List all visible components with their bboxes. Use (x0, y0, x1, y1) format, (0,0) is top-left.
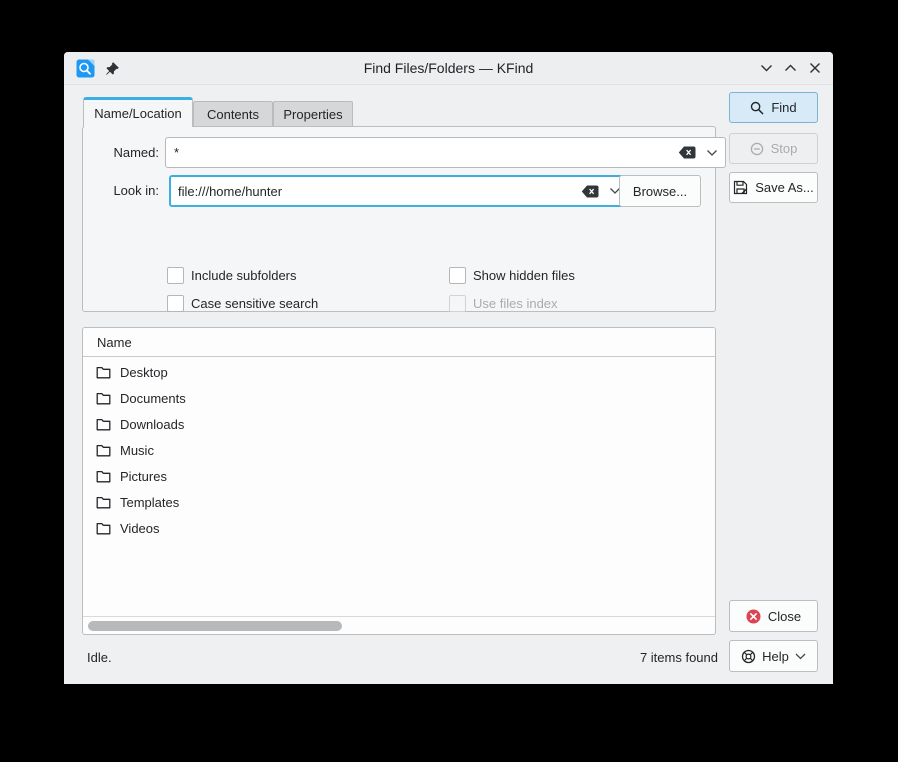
list-item-label: Videos (120, 521, 160, 536)
tab-contents[interactable]: Contents (193, 101, 273, 127)
scrollbar-groove-divider (83, 616, 715, 617)
checkbox-case-sensitive[interactable]: Case sensitive search (167, 295, 318, 312)
horizontal-scrollbar[interactable] (88, 621, 342, 631)
clear-named-icon[interactable] (678, 146, 696, 159)
folder-icon (96, 496, 111, 509)
help-button[interactable]: Help (729, 640, 818, 672)
list-item-label: Downloads (120, 417, 184, 432)
circle-minus-icon (750, 142, 764, 156)
kfind-window: Find Files/Folders — KFind Name/Location… (64, 52, 833, 684)
status-bar: Idle. 7 items found (87, 645, 718, 670)
list-item-label: Desktop (120, 365, 168, 380)
stop-button: Stop (729, 133, 818, 164)
save-as-button[interactable]: Save As... (729, 172, 818, 203)
titlebar: Find Files/Folders — KFind (64, 52, 833, 85)
checkbox-label: Show hidden files (473, 268, 575, 283)
red-circle-x-icon (746, 609, 761, 624)
tab-properties[interactable]: Properties (273, 101, 353, 127)
checkbox-box[interactable] (449, 267, 466, 284)
checkbox-show-hidden-files[interactable]: Show hidden files (449, 267, 575, 284)
window-controls (760, 62, 821, 75)
checkbox-use-files-index: Use files index (449, 295, 558, 312)
stop-label: Stop (771, 141, 798, 156)
close-button[interactable]: Close (729, 600, 818, 632)
list-item-label: Music (120, 443, 154, 458)
window-title: Find Files/Folders — KFind (64, 60, 833, 76)
save-as-label: Save As... (755, 180, 814, 195)
items-found-count: 7 items found (640, 650, 718, 665)
find-button[interactable]: Find (729, 92, 818, 123)
maximize-button[interactable] (784, 62, 797, 75)
list-item-label: Pictures (120, 469, 167, 484)
folder-icon (96, 418, 111, 431)
list-item[interactable]: Templates (83, 489, 715, 515)
named-value[interactable]: * (174, 145, 678, 160)
list-item-label: Documents (120, 391, 186, 406)
column-header-name[interactable]: Name (83, 328, 715, 357)
list-item-label: Templates (120, 495, 179, 510)
folder-icon (96, 392, 111, 405)
close-window-button[interactable] (808, 62, 821, 75)
browse-button[interactable]: Browse... (619, 175, 701, 207)
checkbox-label: Use files index (473, 296, 558, 311)
named-input[interactable]: * (165, 137, 726, 168)
status-text: Idle. (87, 650, 112, 665)
clear-look-in-icon[interactable] (581, 185, 599, 198)
results-rows: Desktop Documents Downloads (83, 359, 715, 541)
list-item[interactable]: Music (83, 437, 715, 463)
folder-icon (96, 522, 111, 535)
list-item[interactable]: Desktop (83, 359, 715, 385)
name-location-panel: Named: * Look in: file:///home/hunter Br… (82, 126, 716, 312)
floppy-disk-icon (733, 180, 748, 195)
find-label: Find (771, 100, 796, 115)
pin-icon[interactable] (105, 61, 120, 76)
checkbox-box[interactable] (167, 295, 184, 312)
checkbox-box (449, 295, 466, 312)
checkbox-label: Include subfolders (191, 268, 297, 283)
help-label: Help (762, 649, 789, 664)
kfind-app-icon (76, 59, 95, 78)
folder-icon (96, 366, 111, 379)
results-list: Name Desktop Documents (82, 327, 716, 635)
list-item[interactable]: Downloads (83, 411, 715, 437)
folder-icon (96, 444, 111, 457)
search-icon (750, 101, 764, 115)
list-item[interactable]: Documents (83, 385, 715, 411)
look-in-input[interactable]: file:///home/hunter (169, 175, 629, 207)
folder-icon (96, 470, 111, 483)
list-item[interactable]: Videos (83, 515, 715, 541)
life-buoy-icon (741, 649, 756, 664)
checkbox-include-subfolders[interactable]: Include subfolders (167, 267, 297, 284)
checkbox-box[interactable] (167, 267, 184, 284)
chevron-down-icon (795, 653, 806, 660)
checkbox-label: Case sensitive search (191, 296, 318, 311)
look-in-label: Look in: (83, 175, 159, 206)
minimize-button[interactable] (760, 62, 773, 75)
list-item[interactable]: Pictures (83, 463, 715, 489)
chevron-down-icon[interactable] (706, 149, 718, 157)
named-label: Named: (83, 137, 159, 168)
close-label: Close (768, 609, 801, 624)
tab-name-location[interactable]: Name/Location (83, 97, 193, 127)
look-in-value[interactable]: file:///home/hunter (178, 184, 581, 199)
